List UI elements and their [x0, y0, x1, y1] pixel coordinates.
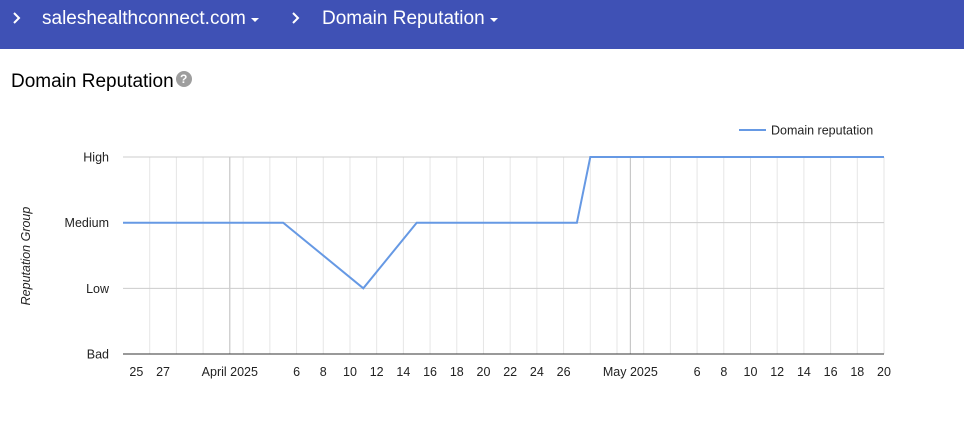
- y-axis-title: Reputation Group: [19, 207, 33, 306]
- x-tick-label: 18: [850, 365, 864, 379]
- x-tick-label: 14: [797, 365, 811, 379]
- y-tick-label: High: [83, 151, 109, 165]
- x-tick-label: 6: [694, 365, 701, 379]
- x-tick-label: April 2025: [202, 365, 258, 379]
- y-axis: Bad Low Medium High: [65, 151, 884, 362]
- x-tick-label: 12: [370, 365, 384, 379]
- y-tick-label: Bad: [87, 348, 109, 362]
- x-tick-label: 26: [557, 365, 571, 379]
- x-tick-label: 14: [396, 365, 410, 379]
- x-tick-label: 8: [320, 365, 327, 379]
- x-tick-label: 20: [877, 365, 891, 379]
- x-tick-label: 20: [477, 365, 491, 379]
- x-tick-label: 16: [824, 365, 838, 379]
- x-tick-label: 12: [770, 365, 784, 379]
- x-tick-label: 10: [343, 365, 357, 379]
- legend-label: Domain reputation: [771, 124, 873, 138]
- x-tick-label: 8: [720, 365, 727, 379]
- y-tick-label: Medium: [65, 216, 109, 230]
- x-tick-label: 27: [156, 365, 170, 379]
- x-tick-label: May 2025: [603, 365, 658, 379]
- chart-gridlines: [149, 157, 885, 354]
- x-axis: 25 27 April 2025 6 8 10 12 14 16 18 20 22 24 26 May 20…: [129, 365, 891, 379]
- x-tick-label: 6: [293, 365, 300, 379]
- x-tick-label: 22: [503, 365, 517, 379]
- x-tick-label: 25: [129, 365, 143, 379]
- x-tick-label: 10: [744, 365, 758, 379]
- x-tick-label: 24: [530, 365, 544, 379]
- x-tick-label: 18: [450, 365, 464, 379]
- domain-reputation-chart: Bad Low Medium High 25 27 April 2025 6 8 10 12 14 1…: [19, 124, 891, 380]
- y-tick-label: Low: [86, 282, 110, 296]
- chart-legend: Domain reputation: [739, 124, 873, 138]
- x-tick-label: 16: [423, 365, 437, 379]
